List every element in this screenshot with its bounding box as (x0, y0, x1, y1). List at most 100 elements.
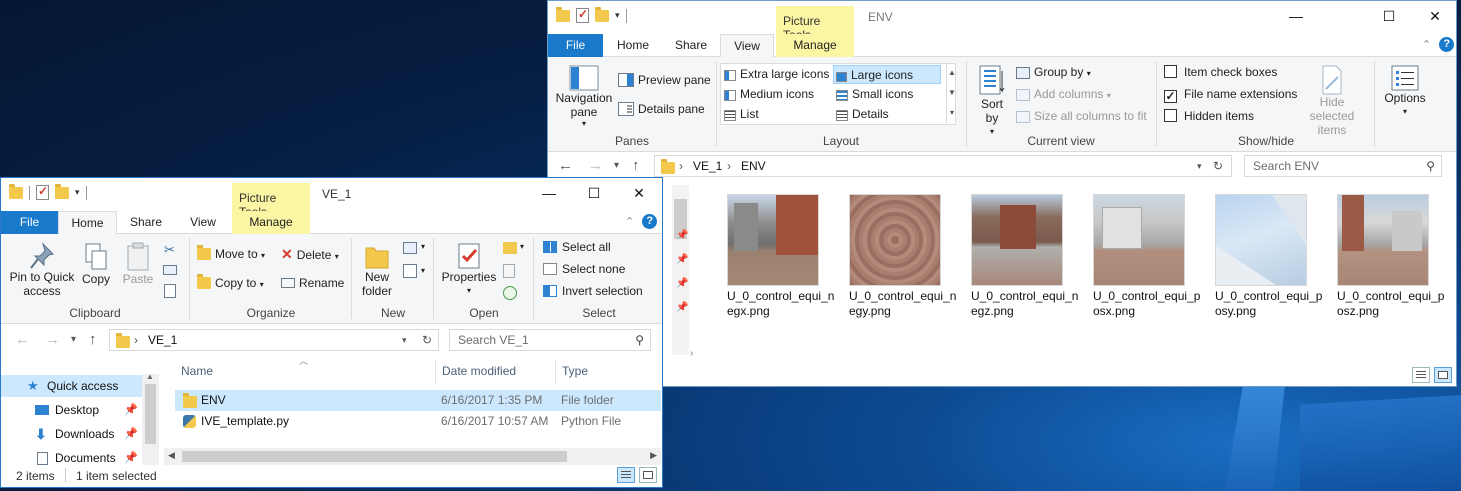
minimize-ribbon-icon[interactable]: ⌃ (1422, 38, 1431, 51)
layout-details[interactable]: Details (836, 107, 889, 121)
chevron-down-icon[interactable]: ▾ (1197, 161, 1202, 172)
file-name-label[interactable]: U_0_control_equi_posy.png (1215, 289, 1323, 319)
nav-item-desktop[interactable]: Desktop 📌 (1, 399, 142, 421)
tab-home[interactable]: Home (58, 211, 117, 235)
large-icons-view-toggle[interactable] (1434, 367, 1452, 383)
address-box[interactable]: › VE_1 ▾ ↻ (109, 329, 439, 351)
layout-extra-large-icons[interactable]: Extra large icons (724, 67, 829, 81)
tab-share[interactable]: Share (662, 34, 720, 57)
preview-pane-button[interactable]: Preview pane (618, 73, 711, 87)
maximize-button[interactable]: ☐ (1366, 1, 1412, 34)
up-arrow-icon[interactable]: ↑ (632, 157, 640, 174)
file-name-label[interactable]: U_0_control_equi_negx.png (727, 289, 835, 319)
cut-icon[interactable]: ✂ (164, 242, 175, 258)
minimize-ribbon-icon[interactable]: ⌃ (625, 215, 634, 228)
customize-toolbar-icon[interactable]: ▾ (75, 187, 80, 198)
nav-pane-scrollbar[interactable] (672, 185, 689, 355)
file-name-label[interactable]: U_0_control_equi_posx.png (1093, 289, 1201, 319)
new-item-icon[interactable] (403, 242, 417, 254)
invert-selection-button[interactable]: Invert selection (543, 284, 643, 298)
file-name-label[interactable]: U_0_control_equi_negy.png (849, 289, 957, 319)
recent-locations-icon[interactable]: ▾ (71, 334, 76, 345)
layout-medium-icons[interactable]: Medium icons (724, 87, 814, 101)
up-arrow-icon[interactable]: ↑ (89, 331, 97, 348)
file-list-hscrollbar[interactable]: ◀ ▶ (164, 448, 661, 465)
history-icon[interactable] (503, 286, 517, 300)
copy-button[interactable]: Copy (81, 242, 111, 286)
nav-item-downloads[interactable]: ⬇ Downloads 📌 (1, 423, 142, 445)
breadcrumb-env[interactable]: ENV (741, 159, 766, 173)
details-view-toggle[interactable] (1412, 367, 1430, 383)
copy-path-icon[interactable] (163, 265, 177, 275)
scroll-left-icon[interactable]: ◀ (168, 450, 175, 461)
new-folder-icon[interactable] (55, 183, 69, 199)
paste-shortcut-icon[interactable] (164, 284, 176, 298)
back-arrow-icon[interactable]: ← (15, 331, 30, 348)
help-icon[interactable]: ? (642, 214, 658, 229)
navigation-pane-button[interactable]: Navigation pane ▾ (554, 65, 614, 131)
properties-check-icon[interactable] (576, 7, 589, 23)
large-icons-view-toggle[interactable] (639, 467, 657, 483)
back-arrow-icon[interactable]: ← (558, 157, 573, 174)
nav-pane-scrollbar[interactable]: ▲ (142, 372, 159, 467)
image-thumbnail-negy[interactable] (849, 194, 941, 286)
layout-list[interactable]: List (724, 107, 759, 121)
rename-button[interactable]: Rename (281, 276, 344, 290)
tab-view[interactable]: View (175, 211, 231, 234)
details-view-toggle[interactable] (617, 467, 635, 483)
column-header-date-modified[interactable]: Date modified (436, 359, 556, 383)
image-thumbnail-negx[interactable] (727, 194, 819, 286)
column-header-type[interactable]: Type (556, 359, 661, 383)
customize-toolbar-icon[interactable]: ▾ (615, 10, 620, 21)
move-to-button[interactable]: Move to ▾ (197, 245, 265, 263)
details-pane-button[interactable]: Details pane (618, 102, 705, 116)
close-button[interactable]: ✕ (1412, 1, 1456, 34)
layout-large-icons[interactable]: Large icons (833, 65, 941, 84)
breadcrumb-ve1[interactable]: VE_1 (693, 159, 722, 173)
copy-to-button[interactable]: Copy to ▾ (197, 274, 264, 292)
image-thumbnail-posx[interactable] (1093, 194, 1185, 286)
add-columns-button[interactable]: Add columns ▾ (1016, 87, 1111, 103)
open-icon[interactable] (503, 242, 517, 254)
file-name-label[interactable]: U_0_control_equi_negz.png (971, 289, 1079, 319)
select-none-button[interactable]: Select none (543, 262, 625, 276)
hidden-items-toggle[interactable]: Hidden items (1164, 109, 1254, 123)
table-row[interactable]: ENV 6/16/2017 1:35 PM File folder (175, 390, 661, 411)
image-thumbnail-negz[interactable] (971, 194, 1063, 286)
refresh-icon[interactable]: ↻ (422, 333, 432, 347)
size-all-columns-button[interactable]: Size all columns to fit (1016, 109, 1147, 123)
group-by-button[interactable]: Group by ▾ (1016, 65, 1091, 81)
forward-arrow-icon[interactable]: → (588, 157, 603, 174)
close-button[interactable]: ✕ (616, 178, 662, 211)
layout-small-icons[interactable]: Small icons (836, 87, 913, 101)
new-folder-button[interactable]: New folder (359, 242, 395, 298)
options-button[interactable]: Options ▾ (1380, 65, 1430, 119)
expand-chevron-icon[interactable]: › (690, 348, 693, 359)
sort-by-button[interactable]: Sort by ▾ (976, 65, 1008, 139)
tab-manage[interactable]: Manage (232, 211, 310, 234)
table-row[interactable]: IVE_template.py 6/16/2017 10:57 AM Pytho… (175, 411, 661, 432)
paste-button[interactable]: Paste (121, 242, 155, 286)
refresh-icon[interactable]: ↻ (1213, 159, 1223, 173)
tab-file[interactable]: File (1, 211, 58, 234)
properties-button[interactable]: Properties ▾ (439, 242, 499, 298)
column-header-name[interactable]: Name (175, 359, 436, 383)
edit-icon[interactable] (503, 264, 515, 278)
hide-selected-items-button[interactable]: Hide selected items (1296, 65, 1368, 137)
pin-icon[interactable]: 📌 (124, 399, 138, 421)
pin-to-quick-access-button[interactable]: Pin to Quick access (7, 242, 77, 298)
recent-locations-icon[interactable]: ▾ (614, 160, 619, 171)
delete-button[interactable]: ✕ Delete ▾ (281, 247, 339, 264)
folder-icon[interactable] (9, 183, 23, 199)
search-input[interactable]: Search ENV ⚲ (1244, 155, 1442, 177)
nav-item-quick-access[interactable]: ★ Quick access (1, 375, 142, 397)
maximize-button[interactable]: ☐ (571, 178, 617, 211)
tab-share[interactable]: Share (117, 211, 175, 234)
properties-check-icon[interactable] (36, 184, 49, 200)
item-check-boxes-toggle[interactable]: Item check boxes (1164, 65, 1277, 79)
image-thumbnail-posz[interactable] (1337, 194, 1429, 286)
chevron-down-icon[interactable]: ▾ (402, 335, 407, 346)
pin-icon[interactable]: 📌 (124, 423, 138, 445)
gallery-scroll[interactable]: ▲ ▼ ▾ (946, 63, 957, 125)
scroll-right-icon[interactable]: ▶ (650, 450, 657, 461)
